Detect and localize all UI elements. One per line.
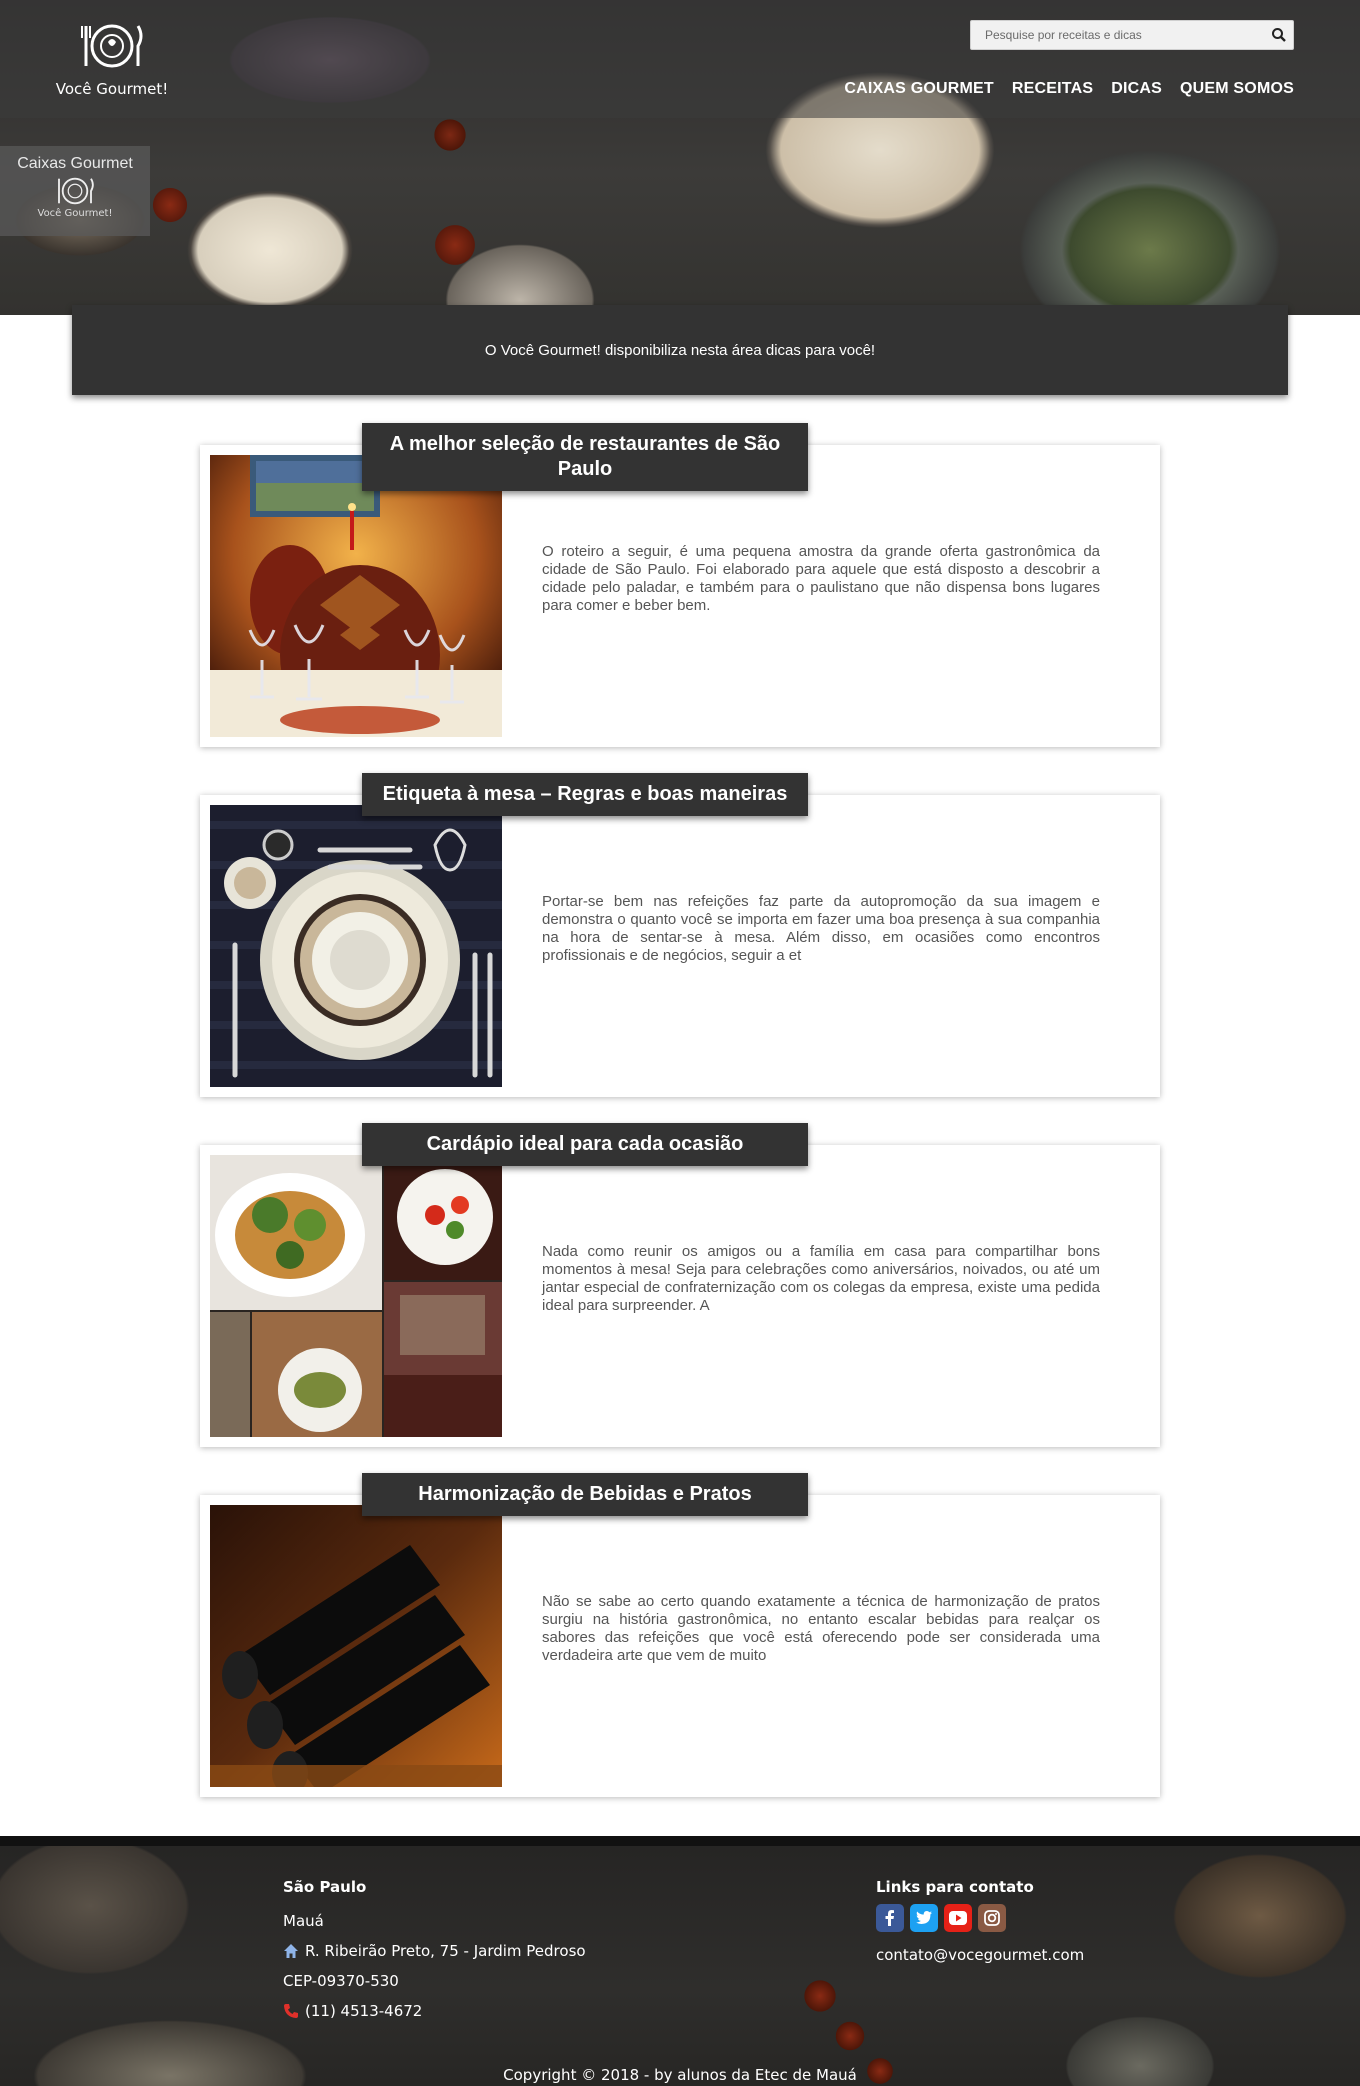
footer-phone[interactable]: (11) 4513-4672 <box>305 2002 422 2020</box>
footer-phone-line: (11) 4513-4672 <box>283 2002 586 2020</box>
menu-collage-photo <box>210 1155 502 1437</box>
nav-caixas-gourmet[interactable]: CAIXAS GOURMET <box>844 80 993 98</box>
facebook-icon[interactable] <box>876 1904 904 1932</box>
site-footer: São Paulo Mauá R. Ribeirão Preto, 75 - J… <box>0 1836 1360 2086</box>
table-setting-photo <box>210 805 502 1087</box>
copyright-text: Copyright © 2018 - by alunos da Etec de … <box>503 2066 857 2084</box>
footer-contact-column: Links para contato contato@vocegourmet.c… <box>876 1878 1084 1964</box>
badge-title: Caixas Gourmet <box>17 155 133 172</box>
intro-banner: O Você Gourmet! disponibiliza nesta área… <box>72 305 1288 395</box>
wine-bottles-photo <box>210 1505 502 1787</box>
brand-name: Você Gourmet! <box>55 80 169 98</box>
footer-address-column: São Paulo Mauá R. Ribeirão Preto, 75 - J… <box>283 1878 586 2032</box>
search-icon[interactable] <box>1271 27 1287 43</box>
card-excerpt: O roteiro a seguir, é uma pequena amostr… <box>542 543 1100 614</box>
nav-quem-somos[interactable]: QUEM SOMOS <box>1180 80 1294 98</box>
tip-card-pairing[interactable]: Harmonização de Bebidas e Pratos Não se … <box>200 1473 1160 1797</box>
tip-card-restaurants[interactable]: A melhor seleção de restaurantes de São … <box>200 423 1160 747</box>
caixas-gourmet-badge[interactable]: Caixas Gourmet Você Gourmet! <box>0 146 150 236</box>
card-excerpt: Nada como reunir os amigos ou a família … <box>542 1243 1100 1314</box>
brand-logo[interactable]: Você Gourmet! <box>52 20 172 98</box>
card-excerpt: Não se sabe ao certo quando exatamente a… <box>542 1593 1100 1664</box>
nav-receitas[interactable]: RECEITAS <box>1012 80 1093 98</box>
youtube-icon[interactable] <box>944 1904 972 1932</box>
badge-subtitle: Você Gourmet! <box>37 208 113 219</box>
card-title[interactable]: Harmonização de Bebidas e Pratos <box>362 1473 808 1516</box>
card-title[interactable]: Cardápio ideal para cada ocasião <box>362 1123 808 1166</box>
intro-text: O Você Gourmet! disponibiliza nesta área… <box>484 341 876 359</box>
search-input[interactable] <box>971 21 1261 49</box>
card-excerpt: Portar-se bem nas refeições faz parte da… <box>542 893 1100 964</box>
footer-email[interactable]: contato@vocegourmet.com <box>876 1946 1084 1964</box>
card-title[interactable]: Etiqueta à mesa – Regras e boas maneiras <box>362 773 808 816</box>
footer-address-line: R. Ribeirão Preto, 75 - Jardim Pedroso <box>283 1942 586 1960</box>
plate-cutlery-icon <box>58 177 94 205</box>
hero-header: Você Gourmet! CAIXAS GOURMET RECEITAS DI… <box>0 0 1360 315</box>
tip-card-etiquette[interactable]: Etiqueta à mesa – Regras e boas maneiras… <box>200 773 1160 1097</box>
footer-cep: CEP-09370-530 <box>283 1972 399 1990</box>
restaurant-photo <box>210 455 502 737</box>
search-box <box>970 20 1294 50</box>
plate-cutlery-icon <box>81 24 143 68</box>
footer-links-title: Links para contato <box>876 1878 1034 1896</box>
home-icon <box>284 1944 298 1958</box>
tip-card-menu[interactable]: Cardápio ideal para cada ocasião Nada co… <box>200 1123 1160 1447</box>
card-title[interactable]: A melhor seleção de restaurantes de São … <box>362 423 808 491</box>
footer-city: São Paulo <box>283 1878 367 1896</box>
top-bar <box>0 0 1360 118</box>
footer-district: Mauá <box>283 1912 324 1930</box>
phone-icon <box>284 2004 298 2018</box>
main-nav: CAIXAS GOURMET RECEITAS DICAS QUEM SOMOS <box>844 80 1294 98</box>
footer-address: R. Ribeirão Preto, 75 - Jardim Pedroso <box>305 1942 586 1960</box>
instagram-icon[interactable] <box>978 1904 1006 1932</box>
twitter-icon[interactable] <box>910 1904 938 1932</box>
social-links <box>876 1904 1084 1932</box>
nav-dicas[interactable]: DICAS <box>1111 80 1162 98</box>
